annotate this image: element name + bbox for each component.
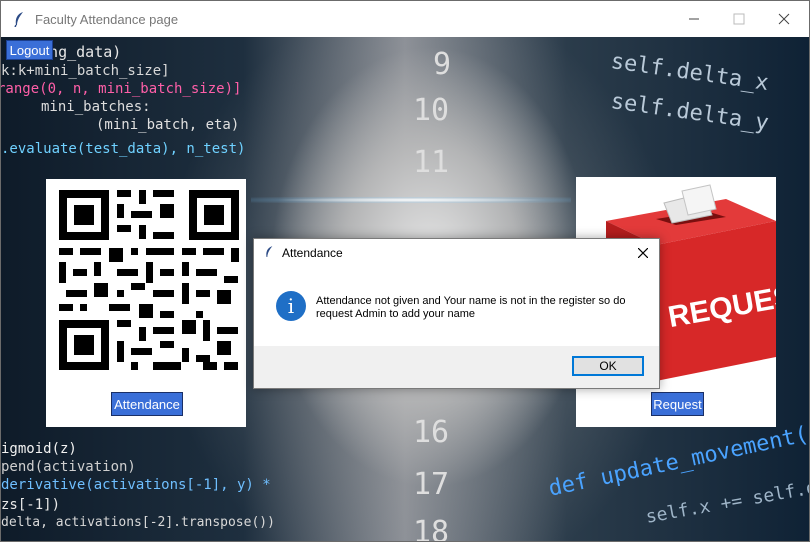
dialog-message: Attendance not given and Your name is no… <box>316 295 626 320</box>
main-window: Faculty Attendance page ning_data) k:k+m… <box>0 0 810 542</box>
attendance-card: Attendance <box>46 179 246 427</box>
bg-number: 18 <box>413 515 450 541</box>
code-line: k:k+mini_batch_size] <box>1 63 170 79</box>
close-icon <box>638 248 648 258</box>
close-button[interactable] <box>761 1 807 37</box>
bg-number: 11 <box>413 145 450 180</box>
code-line: self.x += self.delta <box>644 469 809 528</box>
window-title: Faculty Attendance page <box>35 12 179 27</box>
bg-number: 10 <box>413 93 450 128</box>
feather-icon <box>266 246 273 257</box>
ok-button[interactable]: OK <box>572 356 644 376</box>
code-line: self.delta_y <box>609 89 771 137</box>
attendance-dialog: Attendance i Attendance not given and Yo… <box>253 238 660 389</box>
dialog-title: Attendance <box>282 246 343 260</box>
dialog-footer: OK <box>254 346 659 388</box>
title-bar: Faculty Attendance page <box>1 1 809 37</box>
info-icon: i <box>276 291 306 321</box>
code-line: (mini_batch, eta) <box>96 117 240 133</box>
code-line: mini_batches: <box>41 99 151 115</box>
bg-number: 17 <box>413 467 450 502</box>
dialog-close-button[interactable] <box>633 243 653 263</box>
code-line: zs[-1]) <box>1 497 61 513</box>
code-line: igmoid(z) <box>1 441 77 457</box>
code-line: range(0, n, mini_batch_size)] <box>1 81 242 97</box>
minimize-icon <box>689 18 699 20</box>
maximize-icon <box>733 13 745 25</box>
code-line: derivative(activations[-1], y) * <box>1 477 271 493</box>
code-line: delta, activations[-2].transpose()) <box>1 515 275 530</box>
code-line: .evaluate(test_data), n_test) <box>1 141 246 157</box>
bg-number: 16 <box>413 415 450 450</box>
attendance-button[interactable]: Attendance <box>111 392 183 416</box>
code-line: self.delta_x <box>609 49 771 97</box>
feather-icon <box>14 12 23 27</box>
bg-number: 9 <box>433 47 452 82</box>
close-icon <box>778 13 790 25</box>
minimize-button[interactable] <box>671 1 717 37</box>
logout-button[interactable]: Logout <box>6 40 53 60</box>
maximize-button[interactable] <box>716 1 762 37</box>
qr-code-image <box>53 184 239 374</box>
code-line: pend(activation) <box>1 459 136 475</box>
light-flare <box>251 197 571 203</box>
request-button[interactable]: Request <box>651 392 704 416</box>
